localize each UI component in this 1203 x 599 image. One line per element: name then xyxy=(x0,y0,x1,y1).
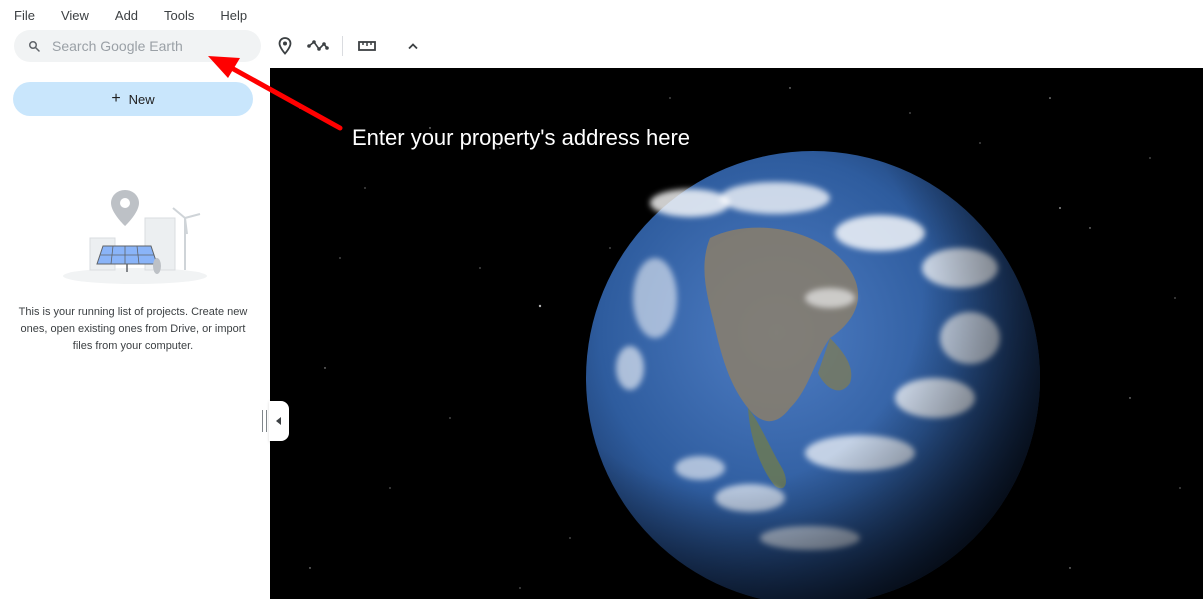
empty-projects-illustration xyxy=(63,190,207,284)
menu-view[interactable]: View xyxy=(61,8,89,23)
plus-icon: + xyxy=(111,90,121,107)
sidebar-resize-grip[interactable] xyxy=(262,410,267,432)
menu-file[interactable]: File xyxy=(14,8,35,23)
sidebar-collapse-button[interactable] xyxy=(269,401,289,441)
new-button-label: New xyxy=(128,91,155,107)
menu-add[interactable]: Add xyxy=(115,8,138,23)
menu-help[interactable]: Help xyxy=(220,8,247,23)
collapse-toolbar-button[interactable] xyxy=(401,34,425,58)
red-arrow-annotation xyxy=(208,56,343,131)
chevron-up-icon xyxy=(408,43,418,50)
menu-tools[interactable]: Tools xyxy=(164,8,194,23)
menu-bar: File View Add Tools Help xyxy=(0,0,273,30)
projects-sidebar: + New This is your running list of proje… xyxy=(0,68,270,599)
caret-left-icon xyxy=(276,417,281,425)
toolbar xyxy=(0,30,1203,68)
empty-projects-message: This is your running list of projects. C… xyxy=(18,306,248,352)
ruler-icon xyxy=(358,41,376,51)
annotation-text: Enter your property's address here xyxy=(352,125,691,150)
search-icon xyxy=(29,41,40,52)
